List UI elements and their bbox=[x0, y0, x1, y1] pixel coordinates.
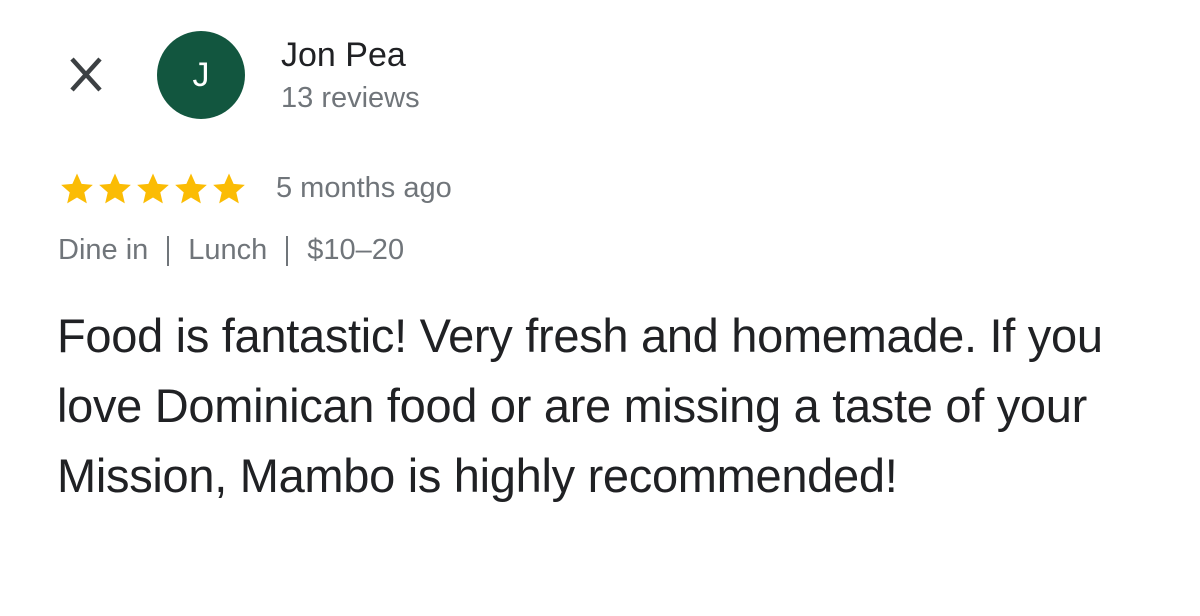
close-icon bbox=[70, 57, 102, 92]
avatar[interactable]: J bbox=[157, 31, 245, 119]
reviewer-name[interactable]: Jon Pea bbox=[281, 36, 406, 75]
star-icon bbox=[99, 173, 131, 204]
review-text: Food is fantastic! Very fresh and homema… bbox=[57, 309, 1103, 502]
meal-type: Lunch bbox=[188, 234, 268, 266]
price-range: $10–20 bbox=[307, 234, 405, 266]
star-icon bbox=[213, 173, 245, 204]
review-card: J Jon Pea 13 reviews 5 months ago Dine i… bbox=[0, 0, 1200, 616]
star-icon bbox=[61, 173, 93, 204]
star-icon bbox=[137, 173, 169, 204]
review-meta: Dine in Lunch $10–20 bbox=[58, 234, 404, 267]
divider bbox=[286, 235, 289, 266]
star-icon bbox=[175, 173, 207, 204]
close-button[interactable] bbox=[62, 54, 110, 98]
service-type: Dine in bbox=[58, 234, 149, 266]
review-date: 5 months ago bbox=[276, 172, 452, 204]
star-rating bbox=[58, 170, 248, 208]
divider bbox=[167, 235, 170, 266]
review-count: 13 reviews bbox=[281, 82, 420, 114]
avatar-initial: J bbox=[192, 55, 210, 94]
